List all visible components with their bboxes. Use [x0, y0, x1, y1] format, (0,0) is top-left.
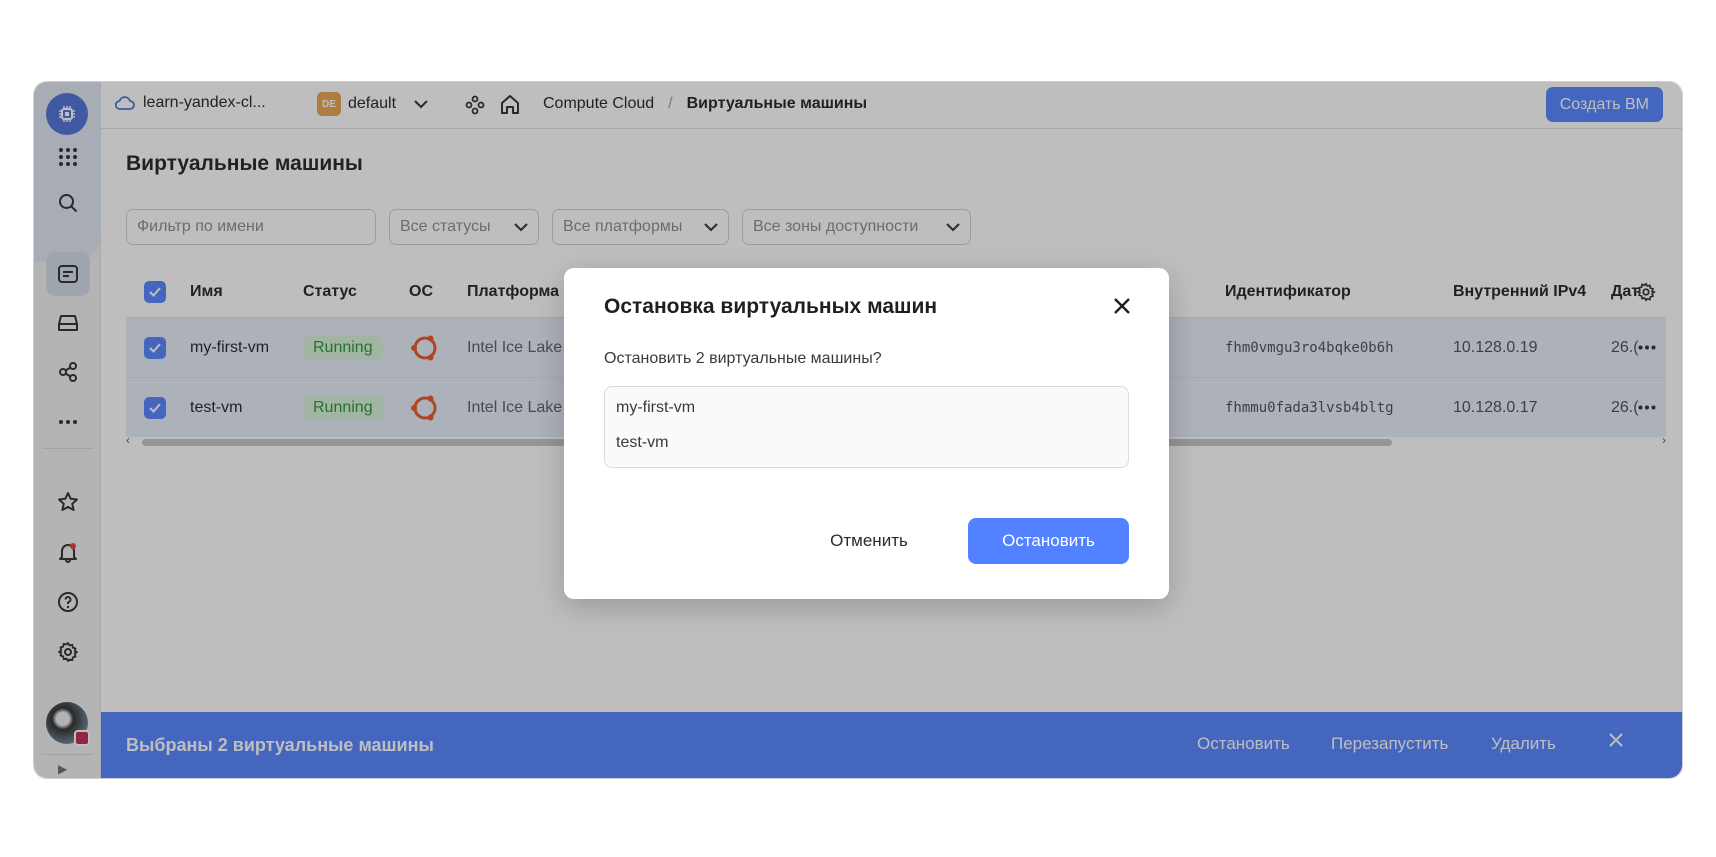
- close-icon[interactable]: [1108, 292, 1136, 320]
- stop-confirm-button[interactable]: Остановить: [968, 518, 1129, 564]
- list-item: test-vm: [616, 434, 669, 451]
- cancel-button[interactable]: Отменить: [799, 518, 939, 564]
- stop-vms-dialog: Остановка виртуальных машин Остановить 2…: [564, 268, 1169, 599]
- dialog-question: Остановить 2 виртуальные машины?: [604, 350, 882, 367]
- dialog-title: Остановка виртуальных машин: [604, 295, 938, 318]
- vm-list: my-first-vm test-vm: [604, 386, 1129, 468]
- list-item: my-first-vm: [616, 399, 696, 416]
